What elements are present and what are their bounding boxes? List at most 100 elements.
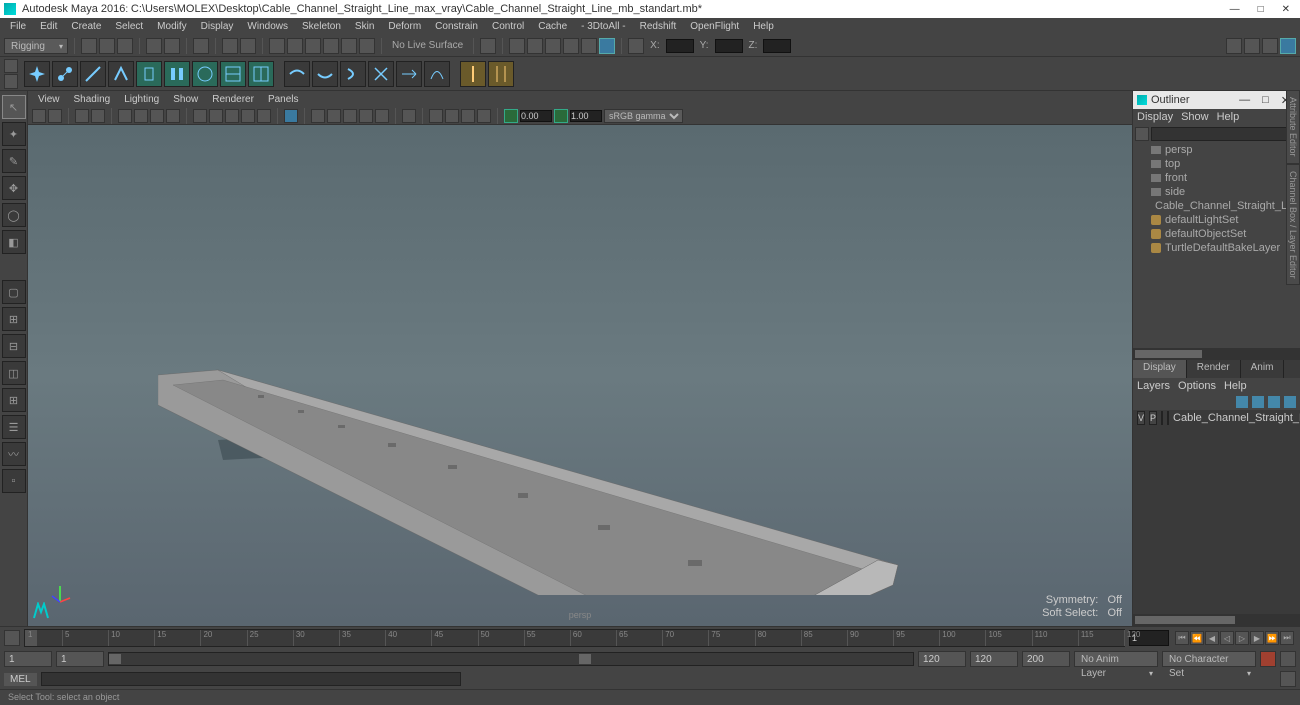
layer-add-icon[interactable]	[1284, 396, 1296, 408]
tree-bakelayer[interactable]: TurtleDefaultBakeLayer	[1133, 241, 1300, 255]
exposure-reset-icon[interactable]	[402, 109, 416, 123]
panel-view[interactable]: View	[32, 94, 66, 105]
select-obj-icon[interactable]	[222, 38, 238, 54]
shelf-deform-4-icon[interactable]	[368, 61, 394, 87]
render-active-icon[interactable]	[599, 38, 615, 54]
layer-color[interactable]	[1167, 411, 1169, 425]
step-fwd-icon[interactable]: ▶	[1250, 631, 1264, 645]
layer-row[interactable]: V P Cable_Channel_Straight_L	[1133, 410, 1300, 426]
y-input[interactable]	[715, 39, 743, 53]
shelf-skin-2-icon[interactable]	[164, 61, 190, 87]
shelf-snap-icon[interactable]	[24, 61, 50, 87]
layer-tab-render[interactable]: Render	[1187, 360, 1241, 378]
ssao-icon[interactable]	[461, 109, 475, 123]
layout-custom-tool[interactable]: ▫	[2, 469, 26, 493]
prefs-icon[interactable]	[1280, 651, 1296, 667]
ui-element-4-icon[interactable]	[1280, 38, 1296, 54]
menu-windows[interactable]: Windows	[241, 21, 294, 32]
layers-help[interactable]: Help	[1224, 380, 1247, 392]
smooth-shade-icon[interactable]	[209, 109, 223, 123]
range-end-outer[interactable]	[970, 651, 1018, 667]
layer-move-up-icon[interactable]	[1252, 396, 1264, 408]
play-back-icon[interactable]: ◁	[1220, 631, 1234, 645]
undo-icon[interactable]	[146, 38, 162, 54]
layout-two-h-tool[interactable]: ⊟	[2, 334, 26, 358]
range-start-outer[interactable]	[4, 651, 52, 667]
hypershade-icon[interactable]	[581, 38, 597, 54]
scale-tool[interactable]: ◧	[2, 230, 26, 254]
select-comp-icon[interactable]	[240, 38, 256, 54]
step-back-icon[interactable]: ◀	[1205, 631, 1219, 645]
outliner-min-icon[interactable]: —	[1233, 94, 1256, 106]
render-view-icon[interactable]	[545, 38, 561, 54]
step-back-key-icon[interactable]: ⏪	[1190, 631, 1204, 645]
layer-tab-display[interactable]: Display	[1133, 360, 1187, 378]
menu-cache[interactable]: Cache	[532, 21, 573, 32]
panel-renderer[interactable]: Renderer	[206, 94, 260, 105]
layer-name[interactable]: Cable_Channel_Straight_L	[1173, 412, 1300, 424]
minimize-icon[interactable]: —	[1230, 4, 1240, 15]
gamma-icon[interactable]	[554, 109, 568, 123]
film-gate-icon[interactable]	[134, 109, 148, 123]
shelf-deform-3-icon[interactable]	[340, 61, 366, 87]
outliner-search-input[interactable]	[1151, 127, 1298, 141]
tree-front[interactable]: front	[1133, 171, 1300, 185]
anim-layer-dropdown[interactable]: No Anim Layer	[1074, 651, 1158, 667]
menu-file[interactable]: File	[4, 21, 32, 32]
colorspace-select[interactable]: sRGB gamma	[604, 109, 683, 123]
side-tab-channelbox[interactable]: Channel Box / Layer Editor	[1286, 164, 1300, 286]
res-gate-icon[interactable]	[150, 109, 164, 123]
shelf-deform-5-icon[interactable]	[396, 61, 422, 87]
shelf-insert-joint-icon[interactable]	[80, 61, 106, 87]
tree-lightset[interactable]: defaultLightSet	[1133, 213, 1300, 227]
layer-scroll[interactable]	[1133, 614, 1300, 626]
ui-element-1-icon[interactable]	[1226, 38, 1242, 54]
range-handle-end[interactable]	[579, 654, 591, 664]
go-start-icon[interactable]: ⏮	[1175, 631, 1189, 645]
range-slider[interactable]	[108, 652, 914, 666]
autokey-icon[interactable]	[1260, 651, 1276, 667]
outliner-scroll[interactable]	[1133, 348, 1300, 360]
snap-curve-icon[interactable]	[287, 38, 303, 54]
layers-options[interactable]: Options	[1178, 380, 1216, 392]
layout-four-tool[interactable]: ⊞	[2, 307, 26, 331]
shelf-tabs[interactable]	[4, 59, 18, 89]
outliner-max-icon[interactable]: □	[1256, 94, 1275, 106]
menu-display[interactable]: Display	[195, 21, 240, 32]
layer-list[interactable]: V P Cable_Channel_Straight_L	[1133, 410, 1300, 615]
menu-create[interactable]: Create	[65, 21, 107, 32]
select-hier-icon[interactable]	[193, 38, 209, 54]
outliner-display[interactable]: Display	[1137, 111, 1173, 123]
paint-tool[interactable]: ✎	[2, 149, 26, 173]
shelf-ik-icon[interactable]	[108, 61, 134, 87]
render-icon[interactable]	[509, 38, 525, 54]
shelf-skin-1-icon[interactable]	[136, 61, 162, 87]
menu-skeleton[interactable]: Skeleton	[296, 21, 347, 32]
xray-icon[interactable]	[311, 109, 325, 123]
layout-outliner-tool[interactable]: ☰	[2, 415, 26, 439]
range-handle-start[interactable]	[109, 654, 121, 664]
script-editor-icon[interactable]	[1280, 671, 1296, 687]
tree-persp[interactable]: persp	[1133, 143, 1300, 157]
open-icon[interactable]	[99, 38, 115, 54]
shelf-deform-6-icon[interactable]	[424, 61, 450, 87]
image-plane-icon[interactable]	[91, 109, 105, 123]
motion-blur-icon[interactable]	[445, 109, 459, 123]
panel-shading[interactable]: Shading	[68, 94, 117, 105]
use-lights-icon[interactable]	[241, 109, 255, 123]
tree-side[interactable]: side	[1133, 185, 1300, 199]
wireframe-icon[interactable]	[193, 109, 207, 123]
step-fwd-key-icon[interactable]: ⏩	[1265, 631, 1279, 645]
layout-single-tool[interactable]: ▢	[2, 280, 26, 304]
render-settings-icon[interactable]	[563, 38, 579, 54]
outliner-show[interactable]: Show	[1181, 111, 1209, 123]
menu-deform[interactable]: Deform	[382, 21, 427, 32]
menu-skin[interactable]: Skin	[349, 21, 380, 32]
layer-playback[interactable]: P	[1149, 411, 1157, 425]
mode-dropdown[interactable]: Rigging	[4, 38, 68, 54]
shelf-joint-icon[interactable]	[52, 61, 78, 87]
default-light-icon[interactable]	[359, 109, 373, 123]
snap-view-icon[interactable]	[359, 38, 375, 54]
menu-openflight[interactable]: OpenFlight	[684, 21, 745, 32]
menu-3dtoall[interactable]: - 3DtoAll -	[575, 21, 631, 32]
